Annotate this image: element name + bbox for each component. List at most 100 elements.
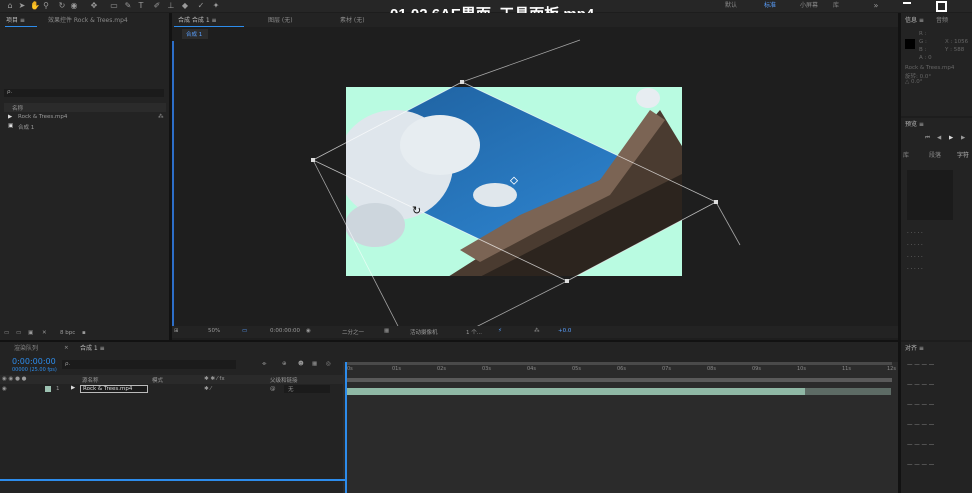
zoom-dropdown[interactable]: 50% [208,328,220,334]
align-option[interactable]: · · · · · [907,230,923,236]
layer-duration-bar[interactable] [347,388,805,395]
timeline-search-input[interactable]: ρ. [65,361,70,367]
ruler-tick-label: 04s [527,366,536,372]
tab-render-queue[interactable]: 渲染队列 [14,345,38,353]
play-icon[interactable]: ▶ [949,135,953,141]
layer-switches-icons: ✱ ✱ ⁄ fx [204,376,225,382]
time-ruler[interactable]: 0s 01s 02s 03s 04s 05s 06s 07s 08s 09s 10s 11s 12s [343,366,898,376]
info-delta: △ 0.0° [905,79,923,85]
align-option[interactable]: — — — — [907,422,934,428]
info-b: B : [919,47,927,53]
exposure-value[interactable]: +0.0 [558,328,571,334]
info-x: X : 1056 [945,39,969,45]
transform-handle[interactable] [565,279,569,283]
tab-character[interactable]: 字符 [957,152,969,160]
draft-3d-icon[interactable]: ⊕ [282,361,287,367]
transparency-grid-icon[interactable]: ▦ [384,328,389,334]
tab-info[interactable]: 信息 ≡ [905,17,924,25]
align-option[interactable]: — — — — [907,382,934,388]
cloud-shape [636,88,660,108]
timeline-fps: 00000 (25.00 fps) [12,367,57,373]
info-g: G : [919,39,927,45]
close-tab-icon[interactable]: × [64,345,69,351]
motion-blur-icon[interactable]: ◎ [326,361,331,367]
step-back-icon[interactable]: ◀ [937,135,941,141]
ruler-tick-label: 06s [617,366,626,372]
cloud-shape [400,115,480,175]
ruler-tick-label: 11s [842,366,851,372]
snapshot-icon[interactable]: ◉ [306,328,311,334]
timeline-search[interactable]: ρ. [62,360,236,369]
align-option[interactable]: · · · · · [907,242,923,248]
column-source-name: 源名称 [82,378,99,384]
parent-dropdown[interactable]: 无 [284,385,330,393]
tab-preview[interactable]: 预览 ≡ [905,121,924,129]
ruler-tick-label: 12s [887,366,896,372]
transform-bounding-box [461,39,581,83]
align-option[interactable]: — — — — [907,442,934,448]
work-area-range[interactable] [346,378,892,382]
expand-layer-icon[interactable]: ▶ [71,385,75,391]
ruler-tick-label: 07s [662,366,671,372]
tab-paragraph[interactable]: 段落 [929,152,941,160]
timeline-column-header: ◉ ◉ ● ● 源名称 模式 ✱ ✱ ⁄ fx 父级和链接 [0,375,343,384]
info-a: A : 0 [919,55,932,61]
av-switches-icons: ◉ ◉ ● ● [2,376,27,382]
layer-label-color[interactable] [45,386,51,392]
ruler-tick-label: 03s [482,366,491,372]
info-y: Y : 588 [945,47,965,53]
transform-handle[interactable] [460,80,464,84]
visibility-eye-icon[interactable]: ◉ [2,386,7,392]
timeline-panel: 渲染队列 合成 1 ≡ × 0:00:00:00 00000 (25.00 fp… [0,342,898,493]
timeline-bottom-bar [0,479,345,481]
views-layout-dropdown[interactable]: 1 个... [466,328,482,336]
timeline-timecode[interactable]: 0:00:00:00 [12,357,56,366]
rotated-footage-layer[interactable] [313,82,716,282]
composition-flowchart-icon[interactable]: ⌯ [262,361,266,368]
camera-view-dropdown[interactable]: 活动摄像机 [410,328,438,336]
transform-handle[interactable] [311,158,315,162]
align-panel: 对齐 ≡ — — — — — — — — — — — — — — — — — —… [901,342,972,493]
region-icon[interactable]: ▭ [242,328,247,334]
timeline-layer-row[interactable]: ◉ 1 ▶ Rock & Trees.mp4 ✱ ⁄ @ 无 [0,385,343,394]
ruler-tick-label: 10s [797,366,806,372]
column-mode: 模式 [152,378,164,384]
cloud-shape [473,183,517,207]
current-time[interactable]: 0:00:00:00 [270,328,300,334]
align-option[interactable]: — — — — [907,402,934,408]
comp-viewer-footer: ⊞ 50% ▭ 0:00:00:00 ◉ 二分之一 ▦ 活动摄像机 1 个...… [172,326,898,338]
ruler-tick-label: 09s [752,366,761,372]
tab-align[interactable]: 对齐 ≡ [905,345,924,353]
align-option[interactable]: — — — — [907,362,934,368]
layer-index: 1 [56,386,60,392]
layer-name-field[interactable]: Rock & Trees.mp4 [80,385,148,393]
layer-duration-bar-tail [805,388,891,395]
layer-name: Rock & Trees.mp4 [83,386,133,392]
tab-audio[interactable]: 音频 [936,17,948,25]
tab-library[interactable]: 库 [903,152,909,160]
current-time-indicator[interactable] [345,362,347,493]
frame-blending-icon[interactable]: ▦ [312,361,317,367]
transform-bounding-box [715,201,741,246]
resolution-dropdown[interactable]: 二分之一 [342,328,364,336]
flowchart-icon[interactable]: ⁂ [534,328,540,334]
ruler-tick-label: 01s [392,366,401,372]
align-option[interactable]: · · · · · [907,254,923,260]
shy-icon[interactable]: ☻ [298,361,304,367]
work-area-bar[interactable] [346,362,892,365]
align-option[interactable]: — — — — [907,462,934,468]
info-r: R : [919,31,927,37]
fast-preview-icon[interactable]: ⚡ [498,328,502,334]
rotate-cursor-icon: ↻ [412,204,421,217]
parent-pickwhip-icon[interactable]: @ [270,386,276,392]
skip-to-start-icon[interactable]: ⏮ [925,135,930,142]
grid-icon[interactable]: ⊞ [174,328,179,334]
align-option[interactable]: · · · · · [907,266,923,272]
preview-panel: 预览 ≡ ⏮ ◀ ▶ ▶ 库 段落 字符 · · · · · · · · · ·… [901,118,972,340]
layer-switches-icons[interactable]: ✱ ⁄ [204,386,211,392]
step-forward-icon[interactable]: ▶ [961,135,965,141]
info-footage: Rock & Trees.mp4 [905,65,955,71]
anchor-grid[interactable] [907,170,953,220]
transform-handle[interactable] [714,200,718,204]
tab-timeline-comp[interactable]: 合成 1 ≡ [80,345,105,353]
